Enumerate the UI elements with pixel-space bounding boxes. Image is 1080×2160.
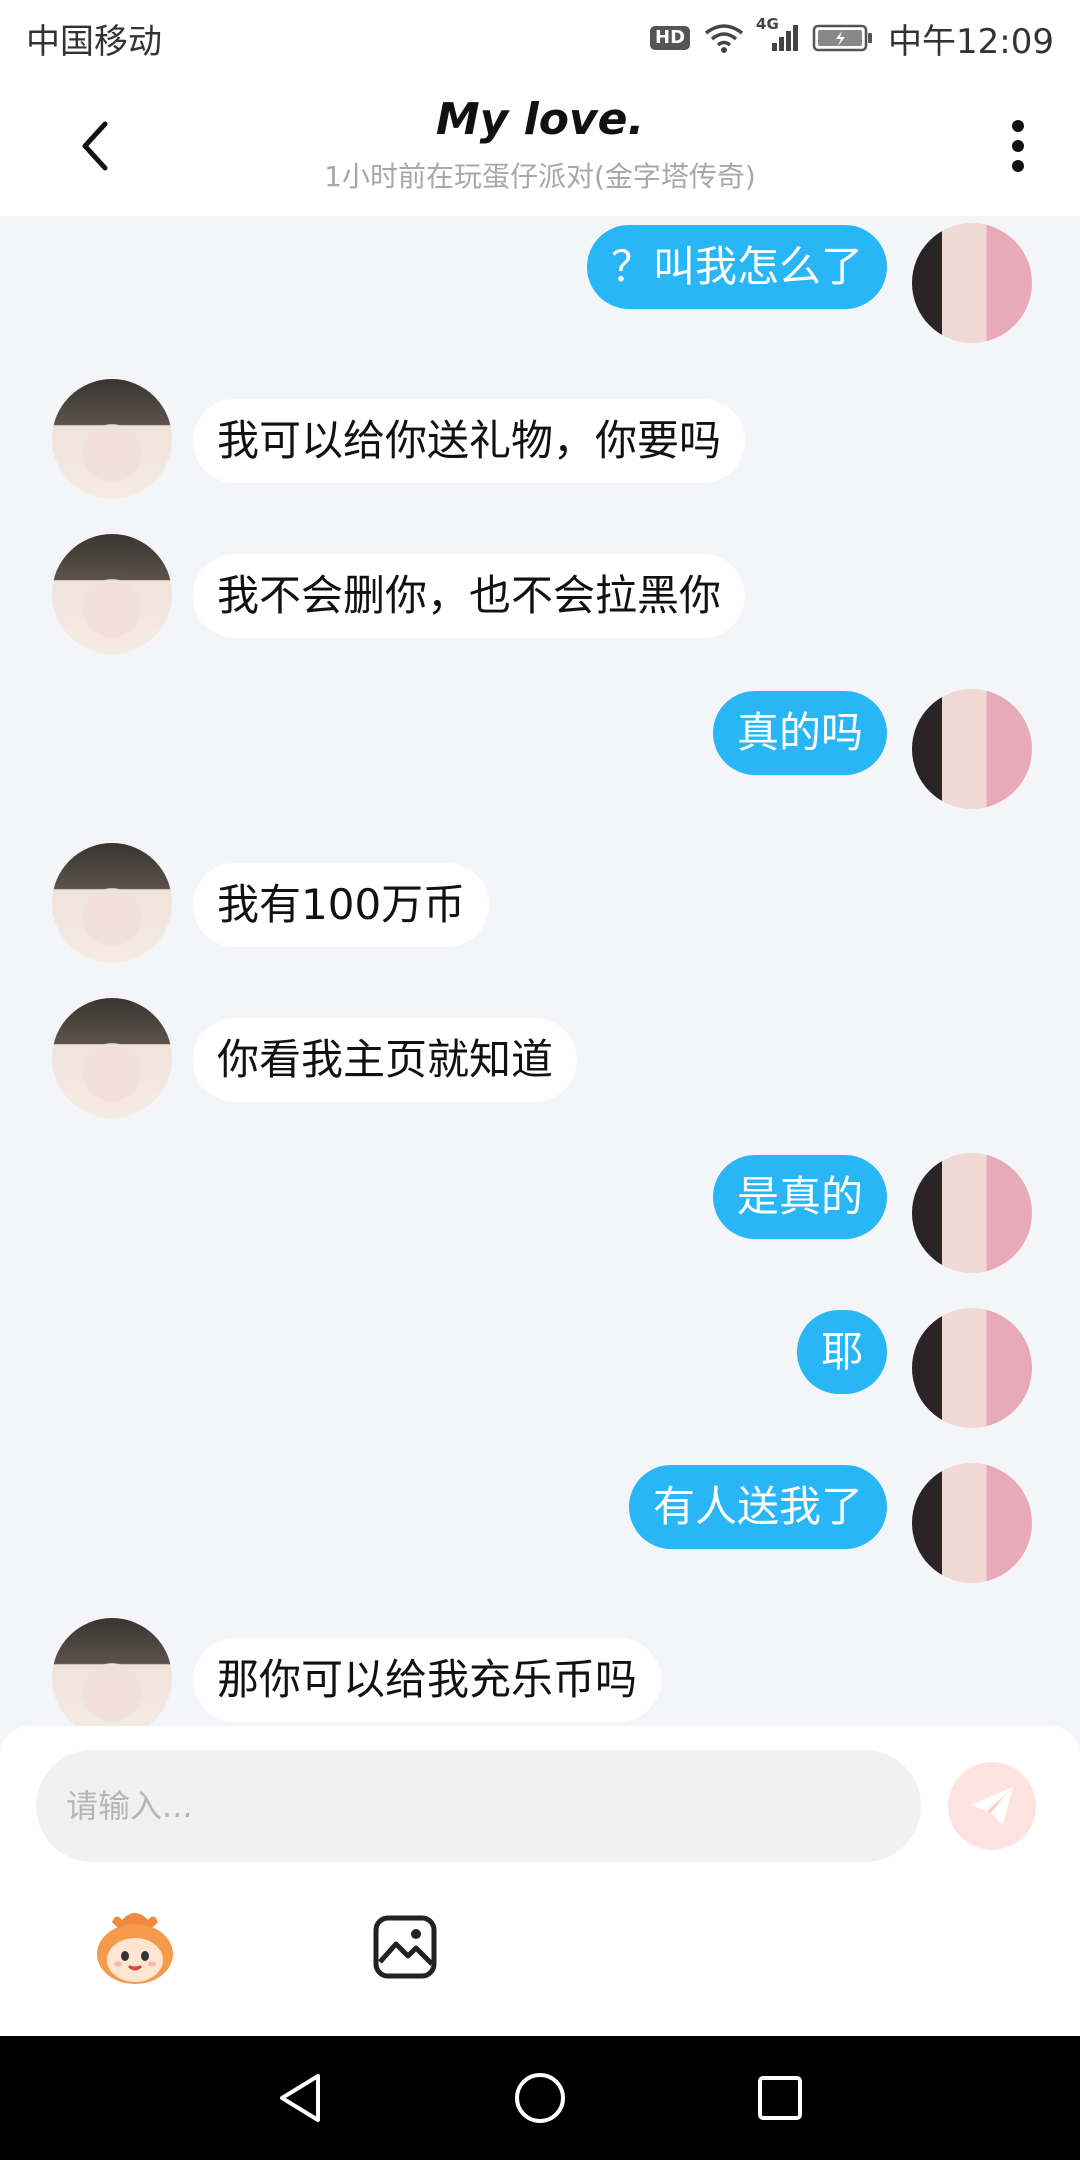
- outgoing-bubble[interactable]: ？叫我怎么了: [586, 225, 887, 309]
- circle-home-icon: [515, 2073, 565, 2123]
- image-icon: [373, 1915, 437, 1979]
- more-vertical-icon: [1012, 120, 1024, 172]
- message-row: 我不会删你，也不会拉黑你: [0, 534, 1080, 664]
- outgoing-bubble[interactable]: 有人送我了: [628, 1465, 887, 1549]
- my-avatar[interactable]: [912, 1153, 1032, 1273]
- outgoing-bubble[interactable]: 耶: [796, 1310, 887, 1394]
- clock-time: 中午12:09: [888, 21, 1054, 62]
- outgoing-bubble[interactable]: 真的吗: [712, 691, 887, 775]
- message-row: 真的吗: [0, 689, 1080, 819]
- triangle-back-icon: [280, 2074, 320, 2122]
- incoming-bubble[interactable]: 我不会删你，也不会拉黑你: [193, 554, 746, 638]
- eggy-mascot-button[interactable]: [92, 1908, 178, 1988]
- composer-panel: [0, 1726, 1080, 2036]
- cellular-signal-icon: 4G: [756, 15, 799, 53]
- eggy-mascot-icon: [97, 1913, 173, 1984]
- incoming-bubble[interactable]: 你看我主页就知道: [193, 1018, 578, 1102]
- more-options-button[interactable]: [998, 111, 1038, 181]
- outgoing-bubble[interactable]: 是真的: [712, 1155, 887, 1239]
- system-navigation-bar: [0, 2036, 1080, 2160]
- message-row: 耶: [0, 1308, 1080, 1438]
- message-row: 我有100万币: [0, 843, 1080, 973]
- incoming-bubble[interactable]: 我有100万币: [193, 863, 490, 947]
- wifi-icon: [704, 23, 744, 53]
- paper-plane-icon: [971, 1787, 1013, 1825]
- message-row: 那你可以给我充乐币吗: [0, 1618, 1080, 1726]
- my-avatar[interactable]: [912, 1308, 1032, 1428]
- battery-icon: [812, 23, 874, 53]
- incoming-bubble[interactable]: 那你可以给我充乐币吗: [193, 1638, 662, 1722]
- contact-avatar[interactable]: [52, 998, 172, 1118]
- message-list[interactable]: ？叫我怎么了 我可以给你送礼物，你要吗 我不会删你，也不会拉黑你 真的吗 我有1…: [0, 216, 1080, 1726]
- nav-recents-button[interactable]: [748, 2066, 812, 2130]
- message-row: 是真的: [0, 1153, 1080, 1283]
- message-row: 你看我主页就知道: [0, 998, 1080, 1128]
- message-row: ？叫我怎么了: [0, 223, 1080, 353]
- contact-avatar[interactable]: [52, 534, 172, 654]
- send-button[interactable]: [948, 1762, 1036, 1850]
- my-avatar[interactable]: [912, 1463, 1032, 1583]
- hd-icon: HD: [650, 26, 691, 50]
- nav-back-button[interactable]: [268, 2066, 332, 2130]
- message-row: 有人送我了: [0, 1463, 1080, 1593]
- message-input[interactable]: [36, 1750, 921, 1862]
- contact-avatar[interactable]: [52, 1618, 172, 1726]
- carrier-name: 中国移动: [26, 21, 162, 62]
- my-avatar[interactable]: [912, 689, 1032, 809]
- incoming-bubble[interactable]: 我可以给你送礼物，你要吗: [193, 399, 746, 483]
- network-type-label: 4G: [756, 15, 779, 33]
- message-row: 我可以给你送礼物，你要吗: [0, 379, 1080, 509]
- chat-header: My love. 1小时前在玩蛋仔派对(金字塔传奇): [0, 76, 1080, 216]
- image-picker-button[interactable]: [372, 1914, 438, 1980]
- nav-home-button[interactable]: [508, 2066, 572, 2130]
- status-bar: 中国移动 HD 4G 中午12:09: [0, 0, 1080, 76]
- contact-status: 1小时前在玩蛋仔派对(金字塔传奇): [324, 160, 756, 193]
- contact-name: My love.: [435, 94, 645, 145]
- contact-avatar[interactable]: [52, 843, 172, 963]
- my-avatar[interactable]: [912, 223, 1032, 343]
- status-icons: HD 4G 中午12:09: [650, 14, 1054, 63]
- square-recents-icon: [758, 2076, 802, 2120]
- contact-avatar[interactable]: [52, 379, 172, 499]
